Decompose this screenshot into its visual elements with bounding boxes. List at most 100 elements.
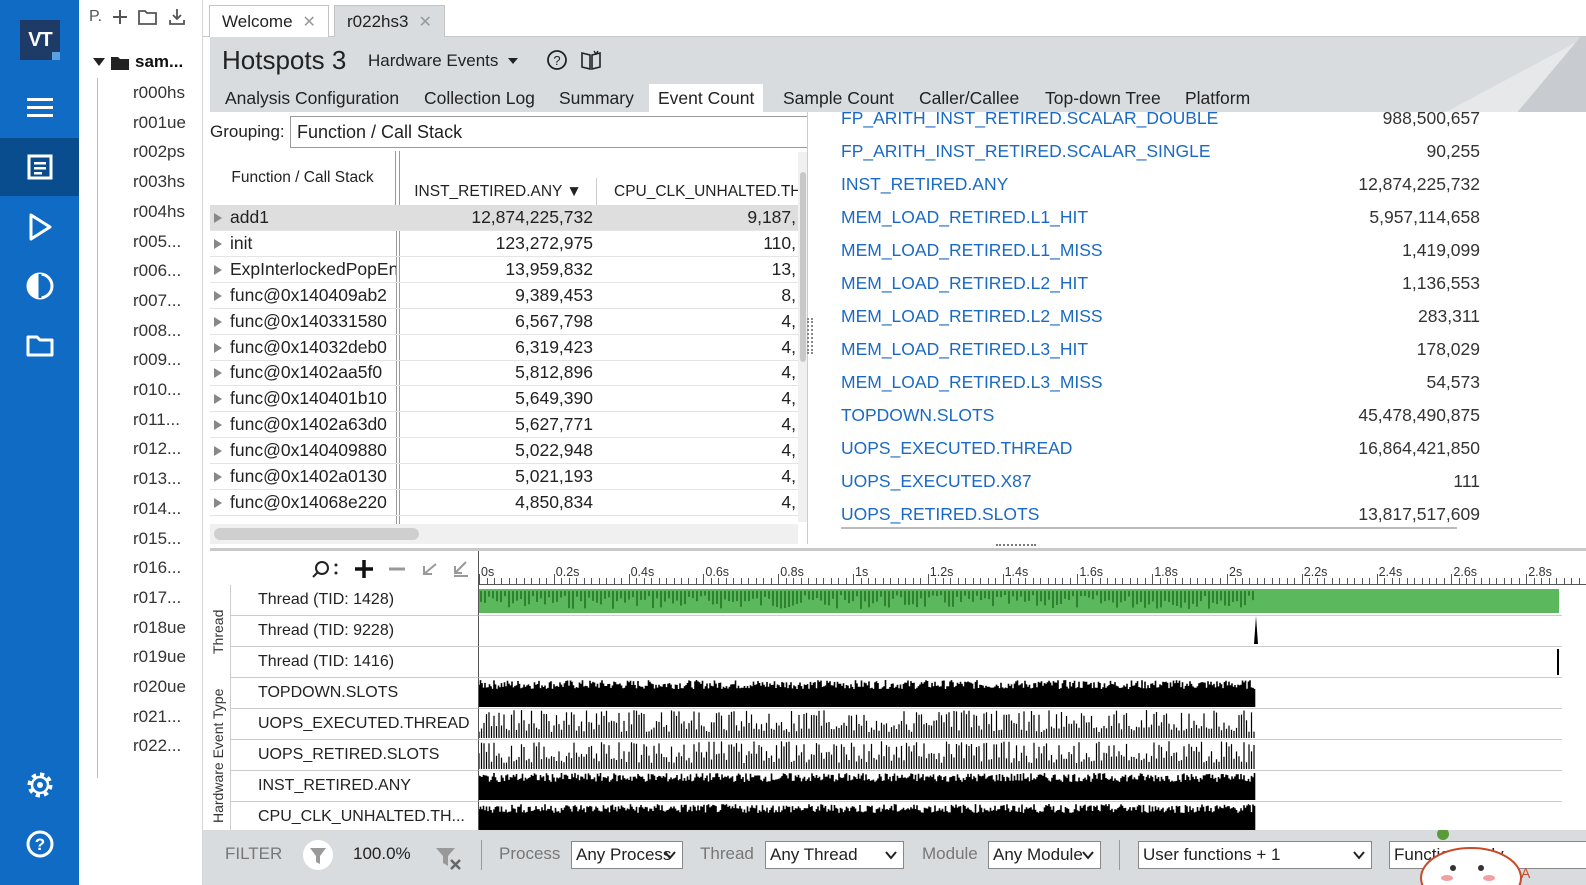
expand-icon[interactable] — [214, 264, 222, 275]
close-icon[interactable]: ✕ — [303, 12, 316, 32]
functions-filter-select[interactable]: User functions + 1 — [1138, 841, 1372, 869]
help-button[interactable]: ? — [0, 815, 79, 873]
event-name-link[interactable]: FP_ARITH_INST_RETIRED.SCALAR_DOUBLE — [841, 112, 1218, 129]
event-row-label[interactable]: CPU_CLK_UNHALTED.TH... — [230, 802, 478, 830]
menu-button[interactable] — [0, 79, 79, 137]
tab-summary[interactable]: Summary — [550, 84, 643, 112]
table-row[interactable]: func@0x1402a0130 5,021,193 4, — [210, 464, 807, 490]
expand-icon[interactable] — [214, 472, 222, 482]
viewpoint-selector[interactable]: Hardware Events — [368, 51, 519, 71]
results-button[interactable] — [0, 138, 79, 196]
thread-track[interactable] — [478, 585, 1562, 616]
table-row[interactable]: func@0x140401b10 5,649,390 4, — [210, 386, 807, 413]
tab-platform[interactable]: Platform — [1176, 84, 1259, 112]
tree-item-result[interactable]: r018ue — [133, 618, 186, 638]
tree-item-result[interactable]: r015... — [133, 529, 181, 549]
tree-item-result[interactable]: r020ue — [133, 677, 186, 697]
column-header-inst-retired[interactable]: INST_RETIRED.ANY ▼ — [400, 178, 597, 206]
event-name-link[interactable]: UOPS_RETIRED.SLOTS — [841, 504, 1039, 525]
tree-item-result[interactable]: r010... — [133, 380, 181, 400]
project-root[interactable]: sam... — [93, 52, 183, 72]
settings-button[interactable] — [0, 756, 79, 814]
table-row[interactable]: init 123,272,975 110, — [210, 231, 807, 257]
tree-item-result[interactable]: r006... — [133, 261, 181, 281]
event-track[interactable] — [478, 740, 1562, 771]
expand-icon[interactable] — [214, 497, 222, 508]
tree-item-result[interactable]: r008... — [133, 321, 181, 341]
tree-item-result[interactable]: r012... — [133, 439, 181, 459]
tab-event-count[interactable]: Event Count — [649, 84, 764, 112]
tree-item-result[interactable]: r004hs — [133, 202, 185, 222]
table-row[interactable]: func@0x14032deb0 6,319,423 4, — [210, 335, 807, 361]
table-row[interactable]: func@0x1402a63d0 5,627,771 4, — [210, 412, 807, 439]
tree-item-result[interactable]: r003hs — [133, 172, 185, 192]
scrollbar-thumb[interactable] — [800, 172, 806, 362]
tree-item-result[interactable]: r007... — [133, 291, 181, 311]
scrollbar-thumb[interactable] — [214, 528, 419, 540]
thread-row-label[interactable]: Thread (TID: 9228) — [230, 616, 478, 647]
tab-caller-callee[interactable]: Caller/Callee — [910, 84, 1028, 112]
event-name-link[interactable]: MEM_LOAD_RETIRED.L1_HIT — [841, 207, 1088, 228]
zoom-back-icon[interactable] — [420, 560, 438, 578]
table-row[interactable]: func@0x14068e220 4,850,834 4, — [210, 490, 807, 516]
expand-icon[interactable] — [214, 238, 222, 249]
time-ruler[interactable]: 0s 0.2s 0.4s 0.6s 0.8s 1s 1.2s 1.4s 1.6s 1.8s 2s 2.… — [478, 551, 1586, 585]
thread-row-label[interactable]: Thread (TID: 1416) — [230, 647, 478, 678]
tree-item-result[interactable]: r014... — [133, 499, 181, 519]
module-select[interactable]: Any Module — [988, 841, 1101, 869]
expand-icon[interactable] — [214, 290, 222, 301]
tree-item-result[interactable]: r011... — [133, 410, 180, 430]
thread-select[interactable]: Any Thread — [765, 841, 904, 869]
event-name-link[interactable]: UOPS_EXECUTED.X87 — [841, 471, 1032, 492]
tab-welcome[interactable]: Welcome ✕ — [209, 5, 329, 37]
tab-r022hs3[interactable]: r022hs3 ✕ — [334, 5, 445, 37]
expand-icon[interactable] — [214, 342, 222, 353]
column-header-function[interactable]: Function / Call Stack — [210, 151, 400, 206]
process-select[interactable]: Any Process — [571, 841, 683, 869]
clear-filter-icon[interactable] — [433, 842, 463, 872]
event-name-link[interactable]: MEM_LOAD_RETIRED.L2_HIT — [841, 273, 1088, 294]
new-project-icon[interactable] — [112, 9, 128, 25]
tree-item-result[interactable]: r019ue — [133, 647, 186, 667]
expand-icon[interactable] — [214, 446, 222, 457]
thread-track[interactable] — [478, 647, 1562, 678]
event-track[interactable] — [478, 678, 1562, 709]
tree-item-result[interactable]: r016... — [133, 558, 181, 578]
table-row[interactable]: add1 12,874,225,732 9,187, — [210, 205, 807, 231]
event-track[interactable] — [478, 802, 1562, 830]
event-name-link[interactable]: INST_RETIRED.ANY — [841, 174, 1008, 195]
tree-item-result[interactable]: r000hs — [133, 83, 185, 103]
event-name-link[interactable]: MEM_LOAD_RETIRED.L3_HIT — [841, 339, 1088, 360]
expand-icon[interactable] — [214, 420, 222, 431]
expand-icon[interactable] — [214, 368, 222, 379]
event-name-link[interactable]: MEM_LOAD_RETIRED.L3_MISS — [841, 372, 1103, 393]
column-header-cpu-clk[interactable]: CPU_CLK_UNHALTED.THREAD — [600, 178, 807, 206]
close-icon[interactable]: ✕ — [418, 12, 431, 32]
event-row-label[interactable]: INST_RETIRED.ANY — [230, 771, 478, 802]
table-row[interactable]: func@0x140409ab2 9,389,453 8, — [210, 283, 807, 309]
event-track[interactable] — [478, 709, 1562, 740]
tree-item-result[interactable]: r013... — [133, 469, 181, 489]
open-folder-button[interactable] — [0, 316, 79, 374]
zoom-out-icon[interactable] — [388, 559, 406, 579]
event-name-link[interactable]: MEM_LOAD_RETIRED.L2_MISS — [841, 306, 1103, 327]
zoom-reset-icon[interactable] — [452, 560, 470, 578]
event-name-link[interactable]: TOPDOWN.SLOTS — [841, 405, 994, 426]
open-project-icon[interactable] — [138, 9, 158, 25]
expand-icon[interactable] — [214, 213, 222, 223]
tree-item-result[interactable]: r017... — [133, 588, 181, 608]
grid-horizontal-scrollbar[interactable] — [210, 524, 798, 544]
compare-button[interactable] — [0, 257, 79, 315]
zoom-search-icon[interactable] — [310, 559, 340, 579]
event-name-link[interactable]: FP_ARITH_INST_RETIRED.SCALAR_SINGLE — [841, 141, 1211, 162]
tree-item-result[interactable]: r009... — [133, 350, 181, 370]
event-name-link[interactable]: MEM_LOAD_RETIRED.L1_MISS — [841, 240, 1103, 261]
expand-icon[interactable] — [214, 394, 222, 405]
zoom-in-icon[interactable] — [354, 559, 374, 579]
tree-item-result[interactable]: r022... — [133, 736, 181, 756]
tab-sample-count[interactable]: Sample Count — [774, 84, 903, 112]
tab-top-down-tree[interactable]: Top-down Tree — [1036, 84, 1170, 112]
grouping-select[interactable]: Function / Call Stack — [290, 116, 807, 148]
event-row-label[interactable]: TOPDOWN.SLOTS — [230, 678, 478, 709]
tree-item-result[interactable]: r021... — [133, 707, 181, 727]
